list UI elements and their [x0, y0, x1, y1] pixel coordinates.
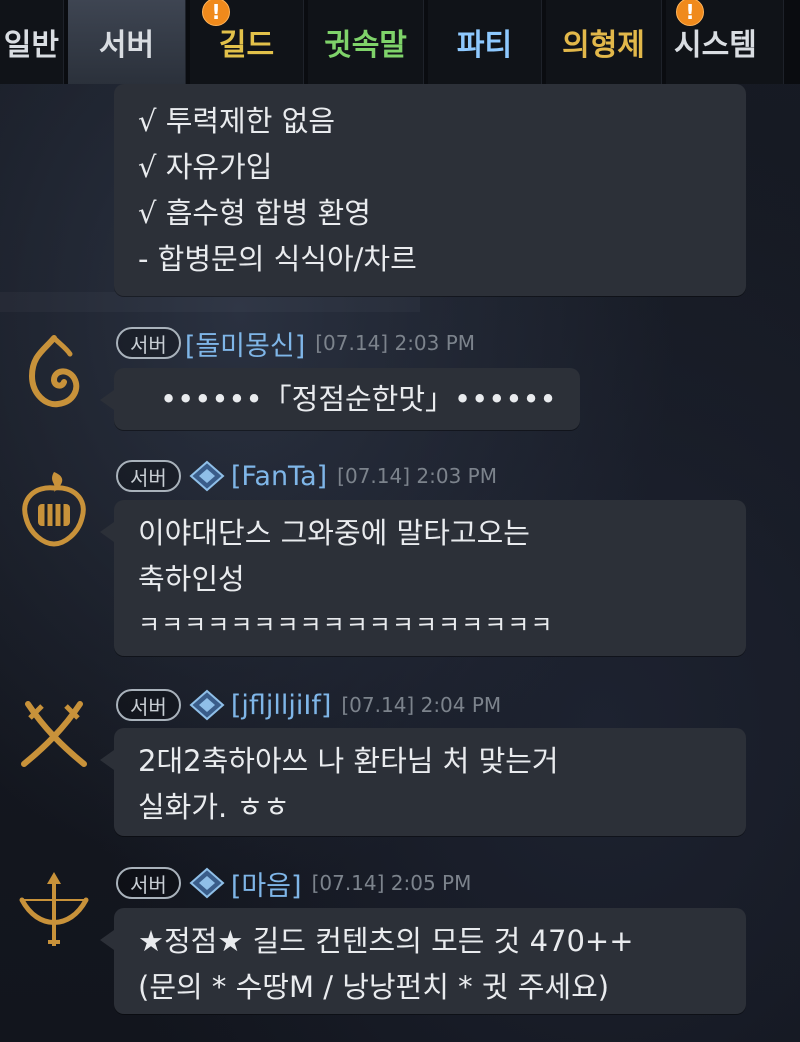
message-line: 이야대단스 그와중에 말타고오는 [138, 516, 530, 550]
fist-flame-emblem-icon[interactable] [14, 468, 94, 548]
chat-message-bubble: ••••••「정점순한맛」•••••• [100, 368, 580, 430]
username[interactable]: [돌미몽신] [185, 324, 305, 363]
tab-label: 의형제 [562, 28, 645, 63]
message-line: √ 자유가입 [138, 150, 273, 184]
message-line: ★정점★ 길드 컨텐츠의 모든 것 470++ [138, 924, 634, 958]
message-line: ㅋㅋㅋㅋㅋㅋㅋㅋㅋㅋㅋㅋㅋㅋㅋㅋㅋㅋ [138, 611, 554, 639]
server-tag: 서버 [116, 867, 181, 899]
tab-label: 서버 [98, 28, 155, 63]
bow-arrow-emblem-icon[interactable] [14, 870, 94, 950]
message-meta: 서버 [jfljlljiIf] [07.14] 2:04 PM [116, 688, 501, 722]
tab-brotherhood[interactable]: 의형제 [546, 0, 662, 84]
timestamp: [07.14] 2:03 PM [315, 331, 476, 355]
message-line: 2대2축하아쓰 나 환타님 처 맞는거 [138, 744, 559, 778]
chat-message-bubble: 2대2축하아쓰 나 환타님 처 맞는거 실화가. ㅎㅎ [100, 728, 746, 836]
tab-party[interactable]: 파티 [428, 0, 542, 84]
crossed-swords-emblem-icon[interactable] [14, 694, 94, 774]
tab-label: 귓속말 [324, 28, 407, 63]
server-tag: 서버 [116, 327, 181, 359]
username[interactable]: [마음] [231, 864, 302, 903]
tab-label: 길드 [218, 28, 275, 63]
tab-guild[interactable]: ! 길드 [190, 0, 304, 84]
message-meta: 서버 [FanTa] [07.14] 2:03 PM [116, 459, 497, 493]
message-line: (문의 * 수땅M / 낭낭펀치 * 귓 주세요) [138, 970, 610, 1004]
message-line: √ 흡수형 합병 환영 [138, 196, 371, 230]
server-tag: 서버 [116, 689, 181, 721]
message-line: 축하인성 [138, 562, 245, 596]
diamond-rank-icon [189, 460, 225, 492]
tab-general[interactable]: 일반 [0, 0, 64, 84]
message-meta: 서버 [마음] [07.14] 2:05 PM [116, 864, 472, 903]
message-line: √ 투력제한 없음 [138, 104, 335, 138]
username[interactable]: [FanTa] [231, 461, 327, 492]
tab-server[interactable]: 서버 [68, 0, 186, 84]
diamond-rank-icon [189, 689, 225, 721]
username[interactable]: [jfljlljiIf] [231, 690, 332, 721]
spiral-emblem-icon[interactable] [14, 332, 94, 412]
message-line: - 합병문의 식식아/차르 [138, 242, 417, 276]
server-tag: 서버 [116, 460, 181, 492]
diamond-rank-icon [189, 867, 225, 899]
message-line: 실화가. ㅎㅎ [138, 790, 290, 824]
chat-message-bubble: ★정점★ 길드 컨텐츠의 모든 것 470++ (문의 * 수땅M / 낭낭펀치… [100, 908, 746, 1014]
tab-label: 시스템 [674, 28, 757, 63]
message-line: ••••••「정점순한맛」•••••• [160, 382, 557, 416]
tab-label: 파티 [456, 28, 513, 63]
tab-whisper[interactable]: 귓속말 [308, 0, 424, 84]
tab-system[interactable]: ! 시스템 [666, 0, 784, 84]
chat-message-bubble: 이야대단스 그와중에 말타고오는 축하인성 ㅋㅋㅋㅋㅋㅋㅋㅋㅋㅋㅋㅋㅋㅋㅋㅋㅋㅋ [100, 500, 746, 656]
clipped-line [138, 92, 746, 98]
timestamp: [07.14] 2:03 PM [337, 464, 497, 488]
timestamp: [07.14] 2:04 PM [341, 693, 502, 717]
message-meta: 서버 [돌미몽신] [07.14] 2:03 PM [116, 324, 476, 363]
tab-label: 일반 [3, 28, 59, 63]
chat-message-bubble: √ 투력제한 없음 √ 자유가입 √ 흡수형 합병 환영 - 합병문의 식식아/… [114, 84, 746, 296]
chat-tab-bar: 일반 서버 ! 길드 귓속말 파티 의형제 ! 시스템 [0, 0, 800, 84]
timestamp: [07.14] 2:05 PM [311, 871, 472, 895]
